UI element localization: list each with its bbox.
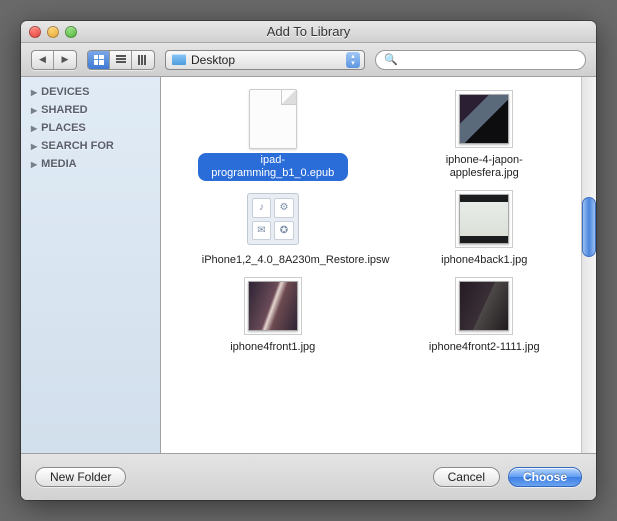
disclosure-triangle-icon: ▶	[31, 88, 37, 97]
scrollbar-thumb[interactable]	[582, 197, 596, 257]
file-item[interactable]: iphone-4-japon-applesfera.jpg	[383, 87, 587, 181]
file-name-label: iphone-4-japon-applesfera.jpg	[409, 153, 559, 181]
file-name-label: ipad-programming_b1_0.epub	[198, 153, 348, 181]
list-view-button[interactable]	[110, 51, 132, 69]
toolbar: Desktop 🔍	[21, 43, 596, 77]
minimize-button[interactable]	[47, 26, 59, 38]
file-thumbnail	[452, 87, 516, 151]
sidebar-header-places[interactable]: ▶PLACES	[21, 119, 160, 137]
file-item[interactable]: ♪⚙✉✪ iPhone1,2_4.0_8A230m_Restore.ipsw	[171, 187, 375, 268]
file-thumbnail	[452, 274, 516, 338]
search-icon: 🔍	[384, 53, 398, 66]
disclosure-triangle-icon: ▶	[31, 160, 37, 169]
cancel-button[interactable]: Cancel	[433, 467, 500, 487]
new-folder-button[interactable]: New Folder	[35, 467, 126, 487]
disclosure-triangle-icon: ▶	[31, 142, 37, 151]
image-thumbnail	[459, 194, 509, 244]
search-input[interactable]	[402, 54, 577, 66]
column-view-button[interactable]	[132, 51, 154, 69]
sidebar-header-searchfor[interactable]: ▶SEARCH FOR	[21, 137, 160, 155]
window-controls	[29, 26, 77, 38]
search-field[interactable]: 🔍	[375, 50, 586, 70]
sidebar-header-media[interactable]: ▶MEDIA	[21, 155, 160, 173]
footer: New Folder Cancel Choose	[21, 454, 596, 500]
file-name-label: iPhone1,2_4.0_8A230m_Restore.ipsw	[198, 253, 348, 268]
file-item[interactable]: iphone4front2-1111.jpg	[383, 274, 587, 355]
sidebar: ▶DEVICES ▶SHARED ▶PLACES ▶SEARCH FOR ▶ME…	[21, 77, 161, 453]
view-mode-switcher	[87, 50, 155, 70]
nav-back-forward	[31, 50, 77, 70]
file-item[interactable]: iphone4back1.jpg	[383, 187, 587, 268]
disclosure-triangle-icon: ▶	[31, 124, 37, 133]
disclosure-triangle-icon: ▶	[31, 106, 37, 115]
content-area: ▶DEVICES ▶SHARED ▶PLACES ▶SEARCH FOR ▶ME…	[21, 77, 596, 454]
document-icon	[249, 89, 297, 149]
file-open-dialog: Add To Library Desktop 🔍 ▶DEVICES ▶SHARE…	[21, 21, 596, 500]
location-popup[interactable]: Desktop	[165, 50, 365, 70]
folder-icon	[172, 54, 186, 65]
zoom-button[interactable]	[65, 26, 77, 38]
file-name-label: iphone4front1.jpg	[226, 340, 319, 355]
forward-button[interactable]	[54, 51, 76, 69]
close-button[interactable]	[29, 26, 41, 38]
sidebar-header-devices[interactable]: ▶DEVICES	[21, 83, 160, 101]
sidebar-header-shared[interactable]: ▶SHARED	[21, 101, 160, 119]
file-thumbnail	[452, 187, 516, 251]
image-thumbnail	[459, 281, 509, 331]
file-item[interactable]: ipad-programming_b1_0.epub	[171, 87, 375, 181]
back-button[interactable]	[32, 51, 54, 69]
scrollbar-track[interactable]	[581, 77, 596, 453]
image-thumbnail	[248, 281, 298, 331]
ipsw-icon: ♪⚙✉✪	[247, 193, 299, 245]
titlebar[interactable]: Add To Library	[21, 21, 596, 43]
file-thumbnail	[241, 274, 305, 338]
popup-arrows-icon	[346, 52, 360, 68]
file-browser[interactable]: ipad-programming_b1_0.epub iphone-4-japon…	[161, 77, 596, 453]
image-thumbnail	[459, 94, 509, 144]
window-title: Add To Library	[21, 24, 596, 39]
file-grid: ipad-programming_b1_0.epub iphone-4-japon…	[161, 77, 596, 365]
choose-button[interactable]: Choose	[508, 467, 582, 487]
file-thumbnail	[241, 87, 305, 151]
file-item[interactable]: iphone4front1.jpg	[171, 274, 375, 355]
file-name-label: iphone4back1.jpg	[437, 253, 531, 268]
icon-view-button[interactable]	[88, 51, 110, 69]
file-thumbnail: ♪⚙✉✪	[241, 187, 305, 251]
location-label: Desktop	[191, 53, 341, 67]
file-name-label: iphone4front2-1111.jpg	[425, 340, 544, 355]
